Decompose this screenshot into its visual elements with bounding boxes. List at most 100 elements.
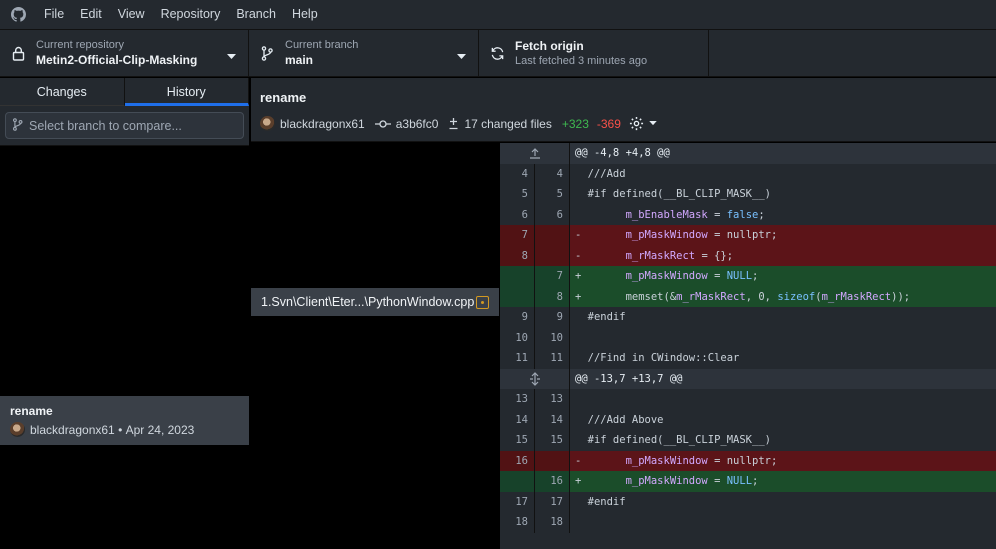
- diff-icon: [449, 118, 458, 130]
- new-line-number: [535, 450, 570, 471]
- branch-compare-input[interactable]: Select branch to compare...: [5, 112, 244, 139]
- changed-files-list: 1.Svn\Client\Eter...\PythonWindow.cpp: [251, 143, 499, 549]
- commit-sha-text: a3b6fc0: [395, 116, 439, 131]
- lock-icon: [0, 46, 36, 61]
- diff-line-added[interactable]: 7 + m_pMaskWindow = NULL;: [500, 266, 996, 287]
- diff-line[interactable]: 13 13: [500, 389, 996, 410]
- diff-code: ///Add: [575, 167, 626, 180]
- new-line-number: 8: [535, 286, 570, 307]
- commit-list-item[interactable]: rename blackdragonx61 • Apr 24, 2023: [0, 396, 249, 445]
- diff-code: [570, 389, 588, 410]
- new-line-number: 15: [535, 430, 570, 451]
- file-path: 1.Svn\Client\Eter...\PythonWindow.cpp: [261, 295, 475, 309]
- diff-code: m_bEnableMask = false;: [625, 208, 765, 221]
- tab-history[interactable]: History: [124, 78, 249, 106]
- expand-both-icon[interactable]: [500, 368, 570, 389]
- expand-up-icon[interactable]: [500, 143, 570, 164]
- old-line-number: 9: [500, 307, 535, 328]
- current-repository-button[interactable]: Current repository Metin2-Official-Clip-…: [0, 30, 249, 76]
- repo-name: Metin2-Official-Clip-Masking: [36, 53, 198, 67]
- git-branch-icon: [12, 117, 29, 134]
- fetch-label: Fetch origin: [515, 39, 584, 53]
- menu-branch[interactable]: Branch: [228, 0, 284, 29]
- diff-line[interactable]: 66 m_bEnableMask = false;: [500, 204, 996, 225]
- menu-edit[interactable]: Edit: [72, 0, 110, 29]
- new-line-number: 16: [535, 471, 570, 492]
- menu-repository[interactable]: Repository: [153, 0, 229, 29]
- diff-line[interactable]: 18 18: [500, 512, 996, 533]
- separator-dot: •: [114, 422, 126, 437]
- diff-code: - m_pMaskWindow = nullptr;: [575, 454, 778, 467]
- old-line-number: [500, 471, 535, 492]
- github-logo-icon: [0, 0, 36, 29]
- hunk-header: @@ -4,8 +4,8 @@: [500, 143, 996, 164]
- new-line-number: 14: [535, 409, 570, 430]
- diff-line-removed[interactable]: 8 - m_rMaskRect = {};: [500, 245, 996, 266]
- diff-code: #endif: [575, 311, 626, 323]
- diff-code: ///Add Above: [575, 413, 664, 426]
- last-fetched: Last fetched 3 minutes ago: [515, 55, 648, 67]
- diff-line[interactable]: 17 17 #endif: [500, 491, 996, 512]
- caret-down-icon: [457, 49, 466, 63]
- diff-line-added[interactable]: 8 + memset(&m_rMaskRect, 0, sizeof(m_rMas…: [500, 286, 996, 307]
- diff-line[interactable]: 99 #endif: [500, 307, 996, 328]
- toolbar: Current repository Metin2-Official-Clip-…: [0, 29, 996, 77]
- diff-line[interactable]: 14 14 ///Add Above: [500, 409, 996, 430]
- old-line-number: 10: [500, 327, 535, 348]
- diff-code: [570, 328, 588, 349]
- caret-down-icon: [649, 121, 657, 126]
- diff-settings-button[interactable]: [629, 116, 662, 131]
- changed-files: 17 changed files: [448, 116, 552, 131]
- diff-code: //Find in CWindow::Clear: [575, 352, 740, 364]
- compare-container: Select branch to compare...: [0, 106, 249, 146]
- commit-sha[interactable]: a3b6fc0: [374, 116, 439, 131]
- new-line-number: 18: [535, 512, 570, 533]
- commit-summary-header: rename blackdragonx61 a3b6fc0 17 changed…: [251, 78, 996, 142]
- old-line-number: 16: [500, 450, 535, 471]
- commit-title: rename: [260, 90, 307, 105]
- diff-code: + m_pMaskWindow = NULL;: [575, 270, 759, 282]
- new-line-number: 4: [535, 163, 570, 184]
- new-line-number: 11: [535, 348, 570, 369]
- deletions-count: -369: [596, 116, 621, 131]
- old-line-number: 8: [500, 245, 535, 266]
- old-line-number: 13: [500, 389, 535, 410]
- diff-line[interactable]: 55 #if defined(__BL_CLIP_MASK__): [500, 184, 996, 205]
- new-line-number: [535, 225, 570, 246]
- old-line-number: 4: [500, 163, 535, 184]
- commit-author-name: blackdragonx61: [280, 116, 365, 131]
- sidebar-tabs: Changes History: [0, 78, 249, 106]
- menu-view[interactable]: View: [110, 0, 153, 29]
- old-line-number: 14: [500, 409, 535, 430]
- old-line-number: 5: [500, 184, 535, 205]
- avatar: [260, 116, 275, 131]
- file-modified-icon: [476, 295, 489, 309]
- menu-help[interactable]: Help: [284, 0, 326, 29]
- tab-changes[interactable]: Changes: [0, 78, 125, 106]
- old-line-number: 15: [500, 430, 535, 451]
- diff-line-removed[interactable]: 7 - m_pMaskWindow = nullptr;: [500, 225, 996, 246]
- diff-line[interactable]: 10 10: [500, 327, 996, 349]
- file-list-item[interactable]: 1.Svn\Client\Eter...\PythonWindow.cpp: [251, 288, 499, 316]
- current-branch-button[interactable]: Current branch main: [249, 30, 479, 76]
- branch-label: Current branch: [285, 39, 359, 51]
- diff-line[interactable]: 11 11 //Find in CWindow::Clear: [500, 348, 996, 369]
- hunk-header-text: @@ -4,8 +4,8 @@: [575, 147, 670, 159]
- diff-code: + m_pMaskWindow = NULL;: [575, 475, 759, 487]
- diff-code: [570, 512, 588, 533]
- diff-line[interactable]: 44 ///Add: [500, 163, 996, 184]
- new-line-number: 5: [535, 184, 570, 205]
- diff-code: #if defined(__BL_CLIP_MASK__): [575, 188, 771, 200]
- changed-files-text: 17 changed files: [464, 116, 552, 131]
- old-line-number: [500, 286, 535, 307]
- repo-label: Current repository: [36, 39, 125, 51]
- git-branch-icon: [249, 45, 285, 61]
- new-line-number: 6: [535, 204, 570, 225]
- fetch-origin-button[interactable]: Fetch origin Last fetched 3 minutes ago: [479, 30, 709, 76]
- new-line-number: [535, 245, 570, 266]
- old-line-number: [500, 266, 535, 287]
- diff-line[interactable]: 15 15 #if defined(__BL_CLIP_MASK__): [500, 430, 996, 451]
- diff-line-added[interactable]: 16 + m_pMaskWindow = NULL;: [500, 471, 996, 492]
- diff-line-removed[interactable]: 16 - m_pMaskWindow = nullptr;: [500, 450, 996, 471]
- menu-file[interactable]: File: [36, 0, 72, 29]
